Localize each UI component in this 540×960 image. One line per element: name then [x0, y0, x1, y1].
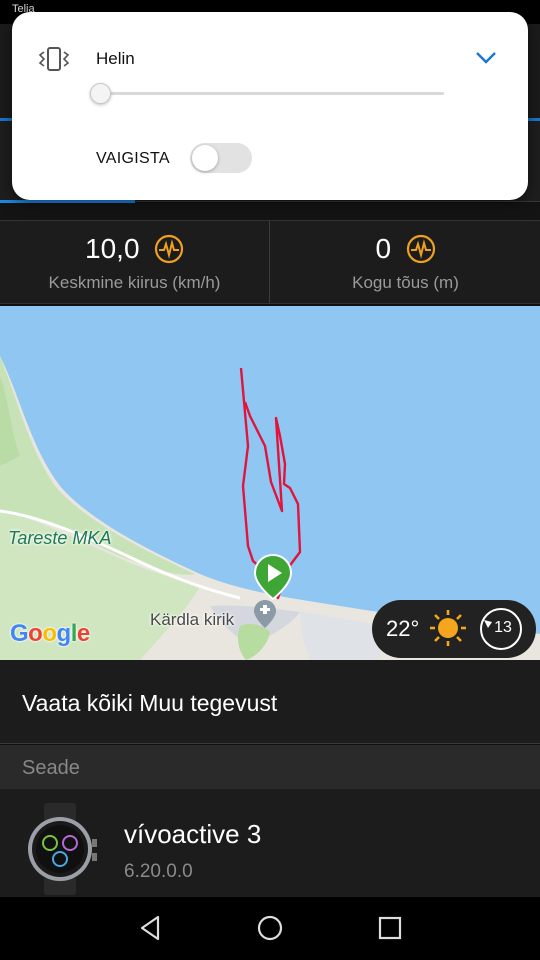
temperature: 22°: [386, 616, 420, 641]
activity-map[interactable]: Tareste MKA Kärdla kirik Google 22° 13: [0, 306, 540, 660]
start-pin-icon[interactable]: [254, 554, 292, 600]
volume-slider-thumb[interactable]: [90, 83, 111, 104]
volume-slider-track[interactable]: [100, 92, 444, 95]
device-row[interactable]: vívoactive 3 6.20.0.0: [0, 789, 540, 897]
back-icon[interactable]: [136, 913, 166, 943]
section-header: Seade: [0, 745, 540, 789]
map-label-kirik: Kärdla kirik: [150, 610, 235, 629]
pulse-chart-icon: [154, 234, 184, 264]
stat-avg-speed[interactable]: 10,0 Keskmine kiirus (km/h): [0, 221, 269, 303]
weather-gauge-value: 13: [494, 619, 512, 636]
stat-divider: [269, 221, 270, 303]
volume-panel: Helin VAIGISTA: [12, 12, 528, 200]
stat-label: Keskmine kiirus (km/h): [48, 273, 221, 292]
vibrate-icon[interactable]: [38, 46, 70, 72]
pulse-chart-icon: [406, 234, 435, 264]
weather-badge[interactable]: 22° 13: [372, 600, 536, 658]
section-header-label: Seade: [22, 757, 80, 779]
system-nav-bar: [0, 897, 540, 960]
stat-value: 10,0: [85, 233, 140, 264]
stat-value: 0: [375, 233, 392, 264]
device-name: vívoactive 3: [124, 819, 262, 849]
mute-label: VAIGISTA: [96, 150, 170, 167]
mute-toggle[interactable]: [190, 143, 252, 173]
sun-icon: [430, 610, 466, 646]
google-logo: Google: [10, 620, 90, 647]
chevron-down-icon[interactable]: [474, 48, 498, 66]
map-label-tareste: Tareste MKA: [8, 528, 112, 548]
see-all-label: Vaata kõiki Muu tegevust: [22, 690, 278, 716]
watch-image: [28, 803, 97, 895]
stat-label: Kogu tõus (m): [352, 273, 459, 292]
recents-icon[interactable]: [375, 913, 405, 943]
tab-divider: [135, 201, 540, 202]
mute-toggle-knob: [192, 145, 218, 171]
see-all-activities-link[interactable]: Vaata kõiki Muu tegevust: [0, 660, 540, 744]
church-pin-icon[interactable]: [254, 600, 276, 628]
device-firmware: 6.20.0.0: [124, 861, 193, 882]
home-icon[interactable]: [255, 913, 285, 943]
stat-total-ascent[interactable]: 0 Kogu tõus (m): [271, 221, 540, 303]
activity-stats: 10,0 Keskmine kiirus (km/h) 0 Kogu tõus …: [0, 220, 540, 304]
volume-stream-title: Helin: [96, 49, 135, 68]
header-spacer: [0, 203, 540, 220]
